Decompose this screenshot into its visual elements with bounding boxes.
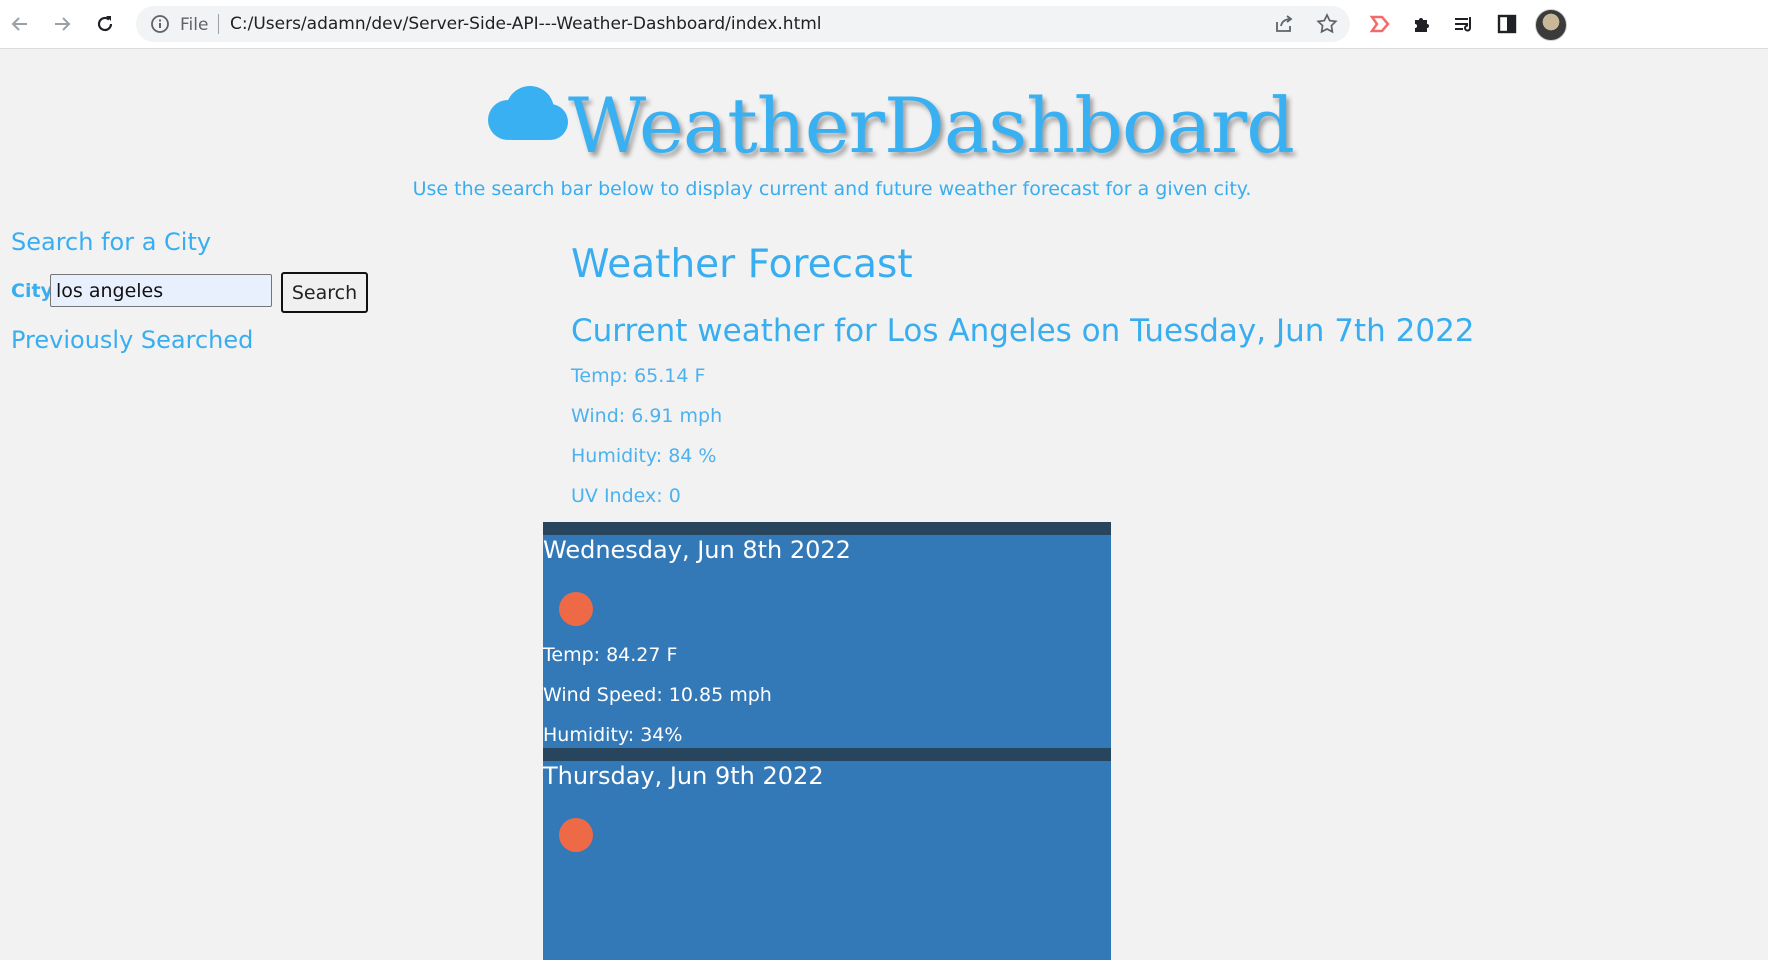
current-temp: Temp: 65.14 F: [571, 365, 706, 387]
side-panel-icon[interactable]: [1494, 11, 1520, 37]
city-search-input[interactable]: [50, 274, 272, 307]
card-divider: [543, 522, 1111, 535]
forecast-card: Wednesday, Jun 8th 2022 Temp: 84.27 F Wi…: [543, 522, 1111, 748]
forecast-cards: Wednesday, Jun 8th 2022 Temp: 84.27 F Wi…: [543, 522, 1111, 960]
profile-avatar[interactable]: [1535, 9, 1567, 41]
current-uv-index: UV Index: 0: [571, 485, 681, 507]
forecast-wind: Wind Speed: 10.85 mph: [543, 684, 772, 706]
reading-list-icon[interactable]: [1451, 11, 1477, 37]
back-icon[interactable]: [8, 12, 32, 36]
site-header: WeatherDashboard: [484, 76, 1295, 176]
current-humidity: Humidity: 84 %: [571, 445, 717, 467]
url-text[interactable]: C:/Users/adamn/dev/Server-Side-API---Wea…: [230, 14, 822, 34]
browser-toolbar: File C:/Users/adamn/dev/Server-Side-API-…: [0, 0, 1768, 49]
reload-icon[interactable]: [93, 12, 117, 36]
extension-red-icon[interactable]: [1367, 11, 1393, 37]
search-button[interactable]: Search: [281, 272, 368, 313]
forecast-title: Weather Forecast: [571, 242, 913, 287]
forecast-date: Wednesday, Jun 8th 2022: [543, 536, 851, 564]
file-scheme-label: File: [180, 15, 209, 35]
cloud-icon: [484, 82, 572, 148]
search-heading: Search for a City: [11, 228, 212, 256]
city-label: City: [11, 280, 53, 302]
current-wind: Wind: 6.91 mph: [571, 405, 723, 427]
forecast-humidity: Humidity: 34%: [543, 724, 683, 746]
share-icon[interactable]: [1273, 13, 1295, 39]
forward-icon[interactable]: [50, 12, 74, 36]
address-bar[interactable]: File C:/Users/adamn/dev/Server-Side-API-…: [136, 6, 1350, 42]
divider: [218, 14, 219, 34]
current-weather-title: Current weather for Los Angeles on Tuesd…: [571, 313, 1475, 349]
bookmark-star-icon[interactable]: [1316, 13, 1338, 39]
card-divider: [543, 748, 1111, 761]
puzzle-extensions-icon[interactable]: [1409, 11, 1435, 37]
forecast-date: Thursday, Jun 9th 2022: [543, 762, 824, 790]
site-title: WeatherDashboard: [568, 81, 1295, 170]
forecast-card: Thursday, Jun 9th 2022: [543, 748, 1111, 960]
sun-icon: [559, 818, 593, 852]
info-icon[interactable]: [150, 14, 170, 38]
site-subtitle: Use the search bar below to display curr…: [412, 178, 1252, 200]
sun-icon: [559, 592, 593, 626]
forecast-temp: Temp: 84.27 F: [543, 644, 678, 666]
previously-searched-heading: Previously Searched: [11, 326, 254, 354]
